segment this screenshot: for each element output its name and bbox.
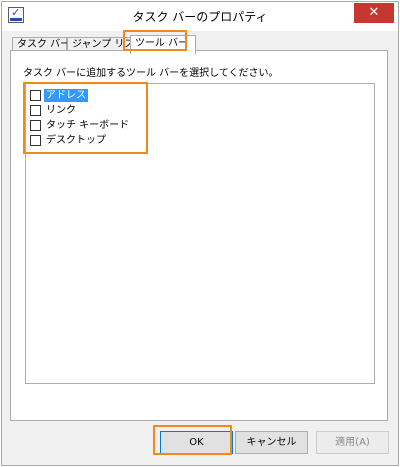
instruction-text: タスク バーに追加するツール バーを選択してください。 (23, 68, 279, 79)
close-button[interactable]: ✕ (354, 3, 394, 23)
cancel-button[interactable]: キャンセル (235, 431, 308, 454)
toolbar-list-highlight (23, 82, 148, 154)
ok-button-highlight (153, 425, 232, 455)
window-title: タスク バーのプロパティ (132, 10, 268, 24)
apply-button[interactable]: 適用(A) (316, 431, 389, 454)
title-bar[interactable]: ✓ タスク バーのプロパティ ✕ (2, 2, 398, 31)
tab-toolbars-highlight (123, 30, 187, 51)
